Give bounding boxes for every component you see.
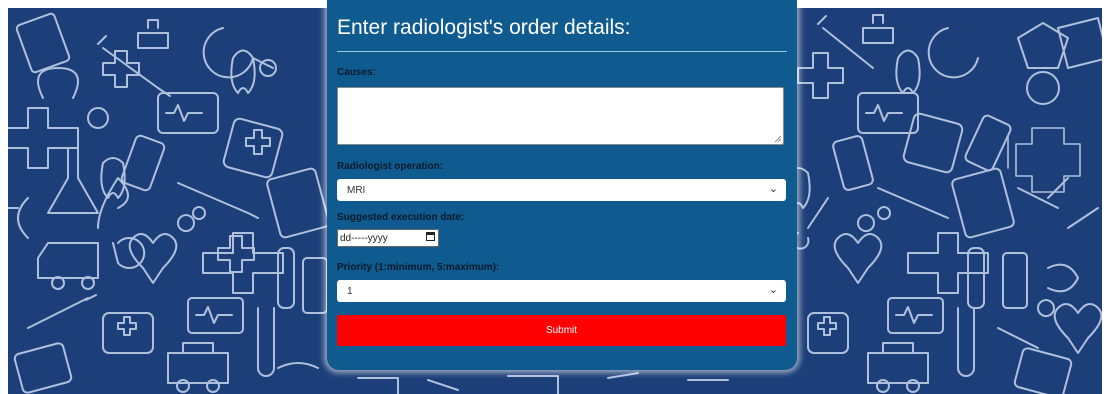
operation-select[interactable]: MRI ⌄ xyxy=(337,179,786,201)
date-placeholder: dd-----yyyy xyxy=(340,233,388,244)
operation-label: Radiologist operation: xyxy=(337,161,444,172)
chevron-down-icon: ⌄ xyxy=(768,284,778,296)
causes-textarea[interactable] xyxy=(337,87,784,145)
date-label: Suggested execution date: xyxy=(337,212,465,223)
causes-label: Causes: xyxy=(337,67,376,78)
order-form-panel: Enter radiologist's order details: Cause… xyxy=(327,0,797,370)
resize-grip-icon[interactable] xyxy=(775,136,781,142)
priority-label: Priority (1:minimum, 5:maximum): xyxy=(337,262,500,273)
chevron-down-icon: ⌄ xyxy=(768,183,778,195)
operation-selected-value: MRI xyxy=(347,185,366,196)
priority-selected-value: 1 xyxy=(347,286,353,297)
title-divider xyxy=(337,51,787,52)
calendar-icon[interactable] xyxy=(426,232,435,241)
execution-date-input[interactable]: dd-----yyyy xyxy=(337,229,439,247)
submit-button[interactable]: Submit xyxy=(337,315,786,346)
form-title: Enter radiologist's order details: xyxy=(337,16,631,39)
priority-select[interactable]: 1 ⌄ xyxy=(337,280,786,302)
